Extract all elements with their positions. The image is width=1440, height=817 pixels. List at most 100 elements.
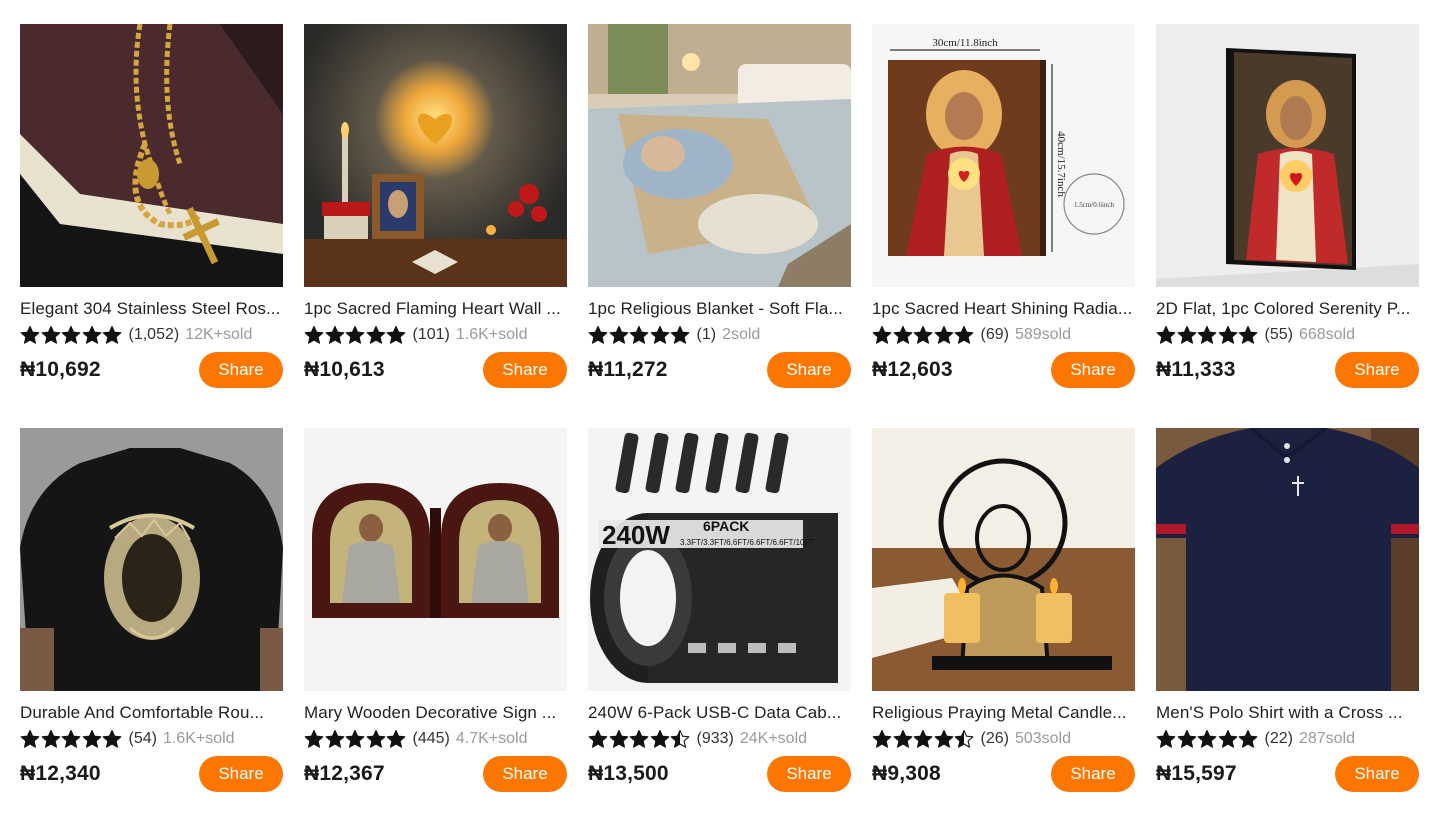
rating-row: (69) 589sold <box>872 324 1135 346</box>
star-full-icon <box>872 729 892 748</box>
product-title[interactable]: Religious Praying Metal Candle... <box>872 702 1135 724</box>
product-card[interactable]: Durable And Comfortable Rou... (54) 1.6K… <box>20 428 283 796</box>
star-full-icon <box>41 729 60 748</box>
cable-lengths-label: 3.3FT/3.3FT/6.6FT/6.6FT/6.6FT/10FT <box>680 538 814 547</box>
product-image[interactable] <box>1156 24 1419 287</box>
star-full-icon <box>102 325 122 344</box>
product-image[interactable] <box>304 428 567 691</box>
star-rating <box>1156 729 1259 749</box>
sold-count: 4.7K+sold <box>455 730 528 747</box>
star-full-icon <box>893 325 912 344</box>
price-row: ₦9,308 Share <box>872 756 1135 792</box>
star-full-icon <box>629 325 649 344</box>
sold-count: 668sold <box>1298 326 1355 343</box>
product-title[interactable]: 1pc Sacred Heart Shining Radia... <box>872 298 1135 320</box>
product-card[interactable]: 1pc Religious Blanket - Soft Fla... (1) … <box>588 24 851 392</box>
rating-row: (22) 287sold <box>1156 728 1419 750</box>
product-image[interactable]: 240W 6PACK 3.3FT/3.3FT/6.6FT/6.6FT/6.6FT… <box>588 428 851 691</box>
product-card[interactable]: 2D Flat, 1pc Colored Serenity P... (55) … <box>1156 24 1419 392</box>
star-full-icon <box>61 729 81 748</box>
share-button[interactable]: Share <box>199 352 283 388</box>
product-image[interactable]: 30cm/11.8inch 40cm/15.7inch 1.5cm/0.6inc… <box>872 24 1135 287</box>
rating-row: (26) 503sold <box>872 728 1135 750</box>
product-card[interactable]: Religious Praying Metal Candle... (26) 5… <box>872 428 1135 796</box>
star-full-icon <box>934 729 953 748</box>
review-count: (55) <box>1264 326 1293 343</box>
review-count: (933) <box>696 730 734 747</box>
price: ₦11,272 <box>588 358 668 381</box>
star-full-icon <box>609 325 628 344</box>
price-row: ₦11,333 Share <box>1156 352 1419 388</box>
star-rating <box>588 729 691 749</box>
star-full-icon <box>913 729 933 748</box>
sold-count: 2sold <box>722 326 761 343</box>
star-full-icon <box>1177 325 1196 344</box>
review-count: (69) <box>980 326 1009 343</box>
star-rating <box>1156 325 1259 345</box>
product-card[interactable]: 1pc Sacred Flaming Heart Wall ... (101) … <box>304 24 567 392</box>
share-button[interactable]: Share <box>483 756 567 792</box>
rating-row: (933) 24K+sold <box>588 728 851 750</box>
price-row: ₦13,500 Share <box>588 756 851 792</box>
product-image[interactable] <box>20 24 283 287</box>
share-button[interactable]: Share <box>1335 756 1419 792</box>
product-title[interactable]: 1pc Religious Blanket - Soft Fla... <box>588 298 851 320</box>
star-full-icon <box>345 325 365 344</box>
star-full-icon <box>670 325 690 344</box>
product-card[interactable]: Elegant 304 Stainless Steel Ros... (1,05… <box>20 24 283 392</box>
share-button[interactable]: Share <box>483 352 567 388</box>
star-full-icon <box>82 729 101 748</box>
star-half-icon <box>670 729 690 748</box>
rating-row: (445) 4.7K+sold <box>304 728 567 750</box>
product-title[interactable]: 2D Flat, 1pc Colored Serenity P... <box>1156 298 1419 320</box>
review-count: (22) <box>1264 730 1293 747</box>
price: ₦13,500 <box>588 762 669 785</box>
share-button[interactable]: Share <box>1335 352 1419 388</box>
share-button[interactable]: Share <box>199 756 283 792</box>
price: ₦15,597 <box>1156 762 1237 785</box>
product-title[interactable]: Durable And Comfortable Rou... <box>20 702 283 724</box>
star-full-icon <box>893 729 912 748</box>
price-row: ₦12,367 Share <box>304 756 567 792</box>
star-rating <box>588 325 691 345</box>
sold-count: 589sold <box>1014 326 1071 343</box>
product-image[interactable] <box>20 428 283 691</box>
star-full-icon <box>325 729 344 748</box>
review-count: (26) <box>980 730 1009 747</box>
product-image[interactable] <box>304 24 567 287</box>
product-title[interactable]: 240W 6-Pack USB-C Data Cab... <box>588 702 851 724</box>
star-rating <box>304 729 407 749</box>
price-row: ₦10,613 Share <box>304 352 567 388</box>
product-title[interactable]: 1pc Sacred Flaming Heart Wall ... <box>304 298 567 320</box>
product-card[interactable]: Mary Wooden Decorative Sign ... (445) 4.… <box>304 428 567 796</box>
review-count: (101) <box>412 326 450 343</box>
star-full-icon <box>1156 325 1176 344</box>
star-full-icon <box>1177 729 1196 748</box>
price: ₦11,333 <box>1156 358 1236 381</box>
share-button[interactable]: Share <box>1051 756 1135 792</box>
product-title[interactable]: Elegant 304 Stainless Steel Ros... <box>20 298 283 320</box>
product-title[interactable]: Men'S Polo Shirt with a Cross ... <box>1156 702 1419 724</box>
product-card[interactable]: 30cm/11.8inch 40cm/15.7inch 1.5cm/0.6inc… <box>872 24 1135 392</box>
price: ₦12,603 <box>872 358 953 381</box>
star-full-icon <box>872 325 892 344</box>
star-rating <box>20 325 123 345</box>
review-count: (54) <box>128 730 157 747</box>
rating-row: (1,052) 12K+sold <box>20 324 283 346</box>
share-button[interactable]: Share <box>767 352 851 388</box>
star-rating <box>20 729 123 749</box>
rating-row: (1) 2sold <box>588 324 851 346</box>
star-full-icon <box>102 729 122 748</box>
product-image[interactable] <box>872 428 1135 691</box>
star-full-icon <box>934 325 953 344</box>
product-card[interactable]: Men'S Polo Shirt with a Cross ... (22) 2… <box>1156 428 1419 796</box>
share-button[interactable]: Share <box>1051 352 1135 388</box>
share-button[interactable]: Share <box>767 756 851 792</box>
rating-row: (101) 1.6K+sold <box>304 324 567 346</box>
product-title[interactable]: Mary Wooden Decorative Sign ... <box>304 702 567 724</box>
product-image[interactable] <box>588 24 851 287</box>
canvas-height-label: 40cm/15.7inch <box>1055 131 1067 197</box>
product-image[interactable] <box>1156 428 1419 691</box>
product-card[interactable]: 240W 6PACK 3.3FT/3.3FT/6.6FT/6.6FT/6.6FT… <box>588 428 851 796</box>
star-full-icon <box>41 325 60 344</box>
